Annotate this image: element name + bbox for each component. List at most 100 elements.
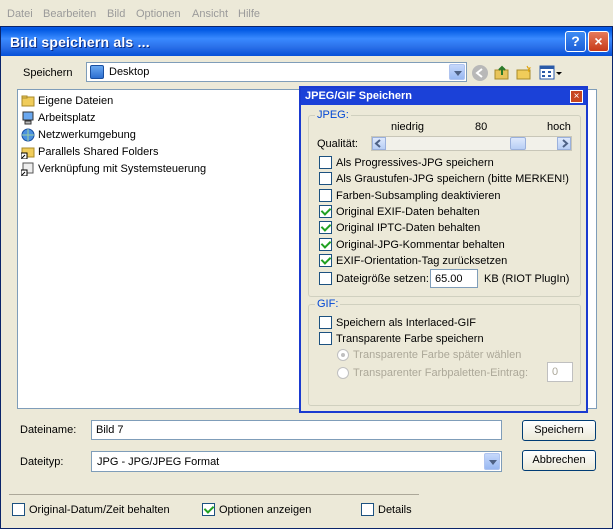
chevron-down-icon <box>449 64 465 80</box>
menu-datei[interactable]: Datei <box>7 8 33 20</box>
shortcut-icon <box>20 162 35 177</box>
filesize-input[interactable] <box>430 269 478 288</box>
new-folder-icon[interactable] <box>516 65 532 81</box>
file-name: Parallels Shared Folders <box>38 146 159 158</box>
menu-optionen[interactable]: Optionen <box>136 8 181 20</box>
location-select[interactable]: Desktop <box>86 62 467 82</box>
checkbox-box <box>12 503 25 516</box>
menu-hilfe[interactable]: Hilfe <box>238 8 260 20</box>
radio-label: Transparente Farbe später wählen <box>353 349 522 361</box>
save-button[interactable]: Speichern <box>522 420 596 441</box>
list-item[interactable]: Arbeitsplatz <box>21 110 95 126</box>
checkbox-box <box>319 156 332 169</box>
palette-entry-radio[interactable]: Transparenter Farbpaletten-Eintrag: <box>337 367 528 379</box>
list-item[interactable]: Verknüpfung mit Systemsteuerung <box>20 161 207 177</box>
folder-up-icon[interactable] <box>494 65 510 81</box>
checkbox-box <box>202 503 215 516</box>
disable-subsampling-checkbox[interactable]: Farben-Subsampling deaktivieren <box>319 189 500 202</box>
checkbox-label: Speichern als Interlaced-GIF <box>336 316 477 329</box>
close-icon[interactable]: × <box>570 90 583 103</box>
menu-bar: Datei Bearbeiten Bild Optionen Ansicht H… <box>0 0 613 26</box>
network-icon <box>21 128 35 142</box>
menu-bearbeiten[interactable]: Bearbeiten <box>43 8 96 20</box>
jpeg-group: JPEG: niedrig 80 hoch Qualität: Als Prog… <box>308 109 581 297</box>
keep-exif-checkbox[interactable]: Original EXIF-Daten behalten <box>319 205 480 218</box>
quality-value: 80 <box>475 121 488 133</box>
help-button[interactable]: ? <box>565 31 586 52</box>
jpeg-group-title: JPEG: <box>315 109 351 121</box>
checkbox-label: Original IPTC-Daten behalten <box>336 221 481 234</box>
list-item[interactable]: Parallels Shared Folders <box>20 144 159 160</box>
panel-title: JPEG/GIF Speichern <box>301 88 586 105</box>
checkbox-label: Original-JPG-Kommentar behalten <box>336 238 505 251</box>
checkbox-box <box>319 205 332 218</box>
checkbox-label: Original-Datum/Zeit behalten <box>29 503 170 516</box>
filename-label: Dateiname: <box>20 424 77 436</box>
dialog-title: Bild speichern als ... <box>10 34 150 50</box>
filename-input[interactable] <box>91 420 502 440</box>
title-bar: Bild speichern als ... ? × <box>1 27 612 56</box>
desktop-icon <box>90 65 104 79</box>
keep-iptc-checkbox[interactable]: Original IPTC-Daten behalten <box>319 221 480 234</box>
checkbox-label: Optionen anzeigen <box>219 503 312 516</box>
cancel-button[interactable]: Abbrechen <box>522 450 596 471</box>
choose-later-radio[interactable]: Transparente Farbe später wählen <box>337 349 521 361</box>
progressive-jpg-checkbox[interactable]: Als Progressives-JPG speichern <box>319 156 494 169</box>
checkbox-label: Original EXIF-Daten behalten <box>336 205 480 218</box>
reset-exif-orientation-checkbox[interactable]: EXIF-Orientation-Tag zurücksetzen <box>319 254 507 267</box>
location-label: Speichern <box>23 67 73 79</box>
file-name: Verknüpfung mit Systemsteuerung <box>38 163 207 175</box>
back-icon[interactable] <box>472 65 488 81</box>
checkbox-box <box>319 272 332 285</box>
set-filesize-checkbox[interactable]: Dateigröße setzen: <box>319 272 429 285</box>
checkbox-box <box>319 332 332 345</box>
filetype-value: JPG - JPG/JPEG Format <box>97 456 220 468</box>
quality-label: Qualität: <box>317 138 358 150</box>
jpeg-gif-options-panel: JPEG/GIF Speichern × JPEG: niedrig 80 ho… <box>299 86 588 413</box>
file-name: Netzwerkumgebung <box>38 129 136 141</box>
transparent-color-checkbox[interactable]: Transparente Farbe speichern <box>319 332 484 345</box>
checkbox-label: Transparente Farbe speichern <box>336 332 484 345</box>
keep-jpg-comment-checkbox[interactable]: Original-JPG-Kommentar behalten <box>319 238 505 251</box>
menu-ansicht[interactable]: Ansicht <box>192 8 228 20</box>
radio-dot <box>337 349 349 361</box>
computer-icon <box>21 111 35 125</box>
grayscale-jpg-checkbox[interactable]: Als Graustufen-JPG speichern (bitte MERK… <box>319 172 569 185</box>
checkbox-box <box>319 238 332 251</box>
folder-icon <box>21 94 35 108</box>
gif-group-title: GIF: <box>315 298 341 310</box>
filesize-suffix: KB (RIOT PlugIn) <box>484 273 570 285</box>
chevron-down-icon <box>484 453 500 470</box>
view-menu-icon[interactable] <box>539 65 563 81</box>
show-options-checkbox[interactable]: Optionen anzeigen <box>202 503 311 516</box>
slider-thumb[interactable] <box>510 137 526 150</box>
file-name: Arbeitsplatz <box>38 112 96 124</box>
quality-slider[interactable] <box>371 136 572 151</box>
chevron-left-icon[interactable] <box>372 137 386 150</box>
shortcut-folder-icon <box>20 145 35 160</box>
checkbox-label: Dateigröße setzen: <box>336 272 429 285</box>
palette-entry-input[interactable] <box>547 362 573 382</box>
radio-label: Transparenter Farbpaletten-Eintrag: <box>353 367 529 379</box>
checkbox-box <box>319 189 332 202</box>
list-item[interactable]: Eigene Dateien <box>21 93 113 109</box>
menu-bild[interactable]: Bild <box>107 8 125 20</box>
chevron-right-icon[interactable] <box>557 137 571 150</box>
filetype-select[interactable]: JPG - JPG/JPEG Format <box>91 451 502 472</box>
location-value: Desktop <box>109 66 150 78</box>
interlaced-gif-checkbox[interactable]: Speichern als Interlaced-GIF <box>319 316 476 329</box>
file-name: Eigene Dateien <box>38 95 114 107</box>
list-item[interactable]: Netzwerkumgebung <box>21 127 136 143</box>
close-button[interactable]: × <box>588 31 609 52</box>
filetype-label: Dateityp: <box>20 456 64 468</box>
quality-low-label: niedrig <box>391 121 425 133</box>
keep-date-checkbox[interactable]: Original-Datum/Zeit behalten <box>12 503 170 516</box>
checkbox-box <box>319 254 332 267</box>
divider <box>9 494 419 495</box>
checkbox-box <box>361 503 374 516</box>
details-checkbox[interactable]: Details <box>361 503 412 516</box>
gif-group: GIF: Speichern als Interlaced-GIF Transp… <box>308 298 581 406</box>
radio-dot <box>337 367 349 379</box>
checkbox-label: Als Progressives-JPG speichern <box>336 156 494 169</box>
checkbox-label: Farben-Subsampling deaktivieren <box>336 189 501 202</box>
